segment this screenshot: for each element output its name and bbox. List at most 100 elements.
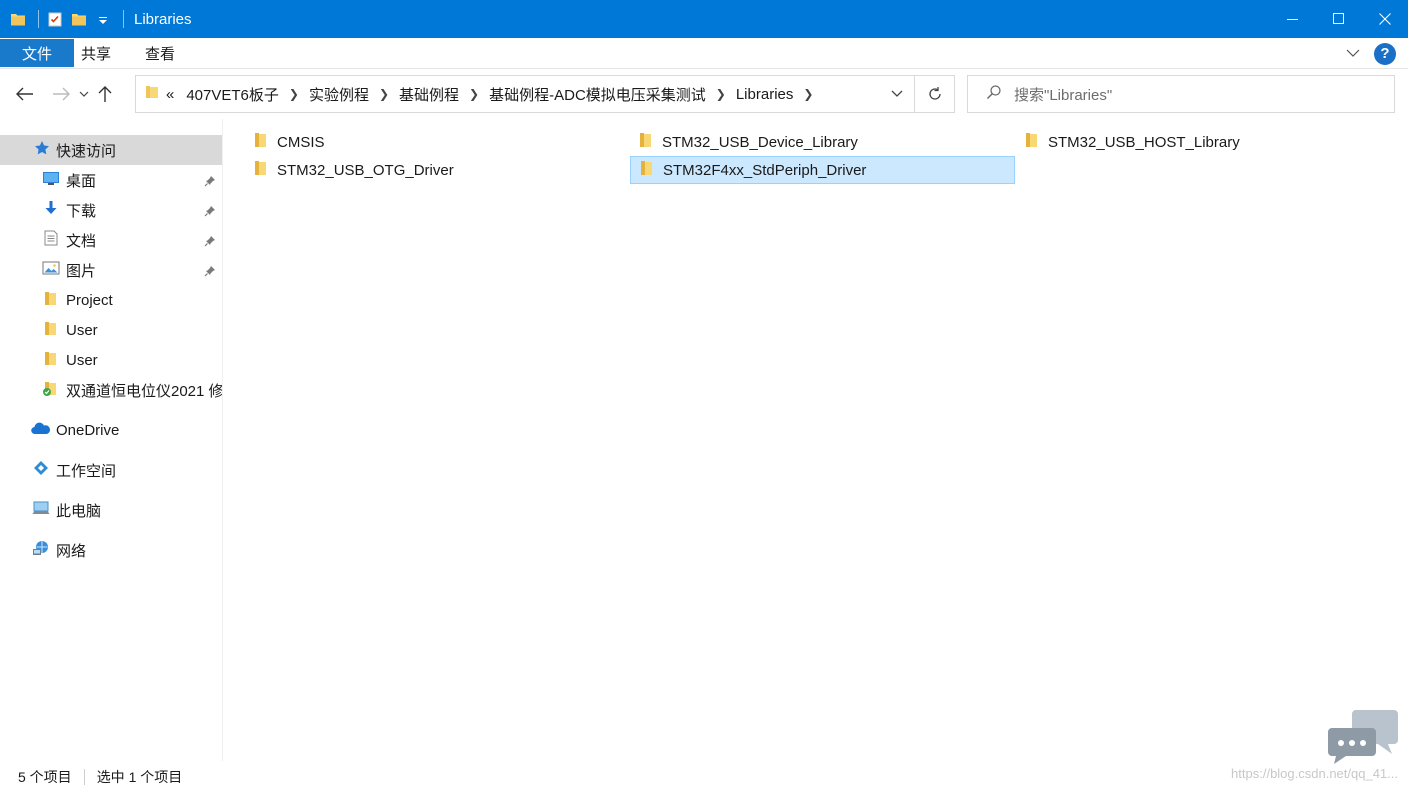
nav-label: 双通道恒电位仪2021 修 [66,382,222,400]
properties-icon[interactable] [47,11,63,27]
breadcrumb-item[interactable]: 基础例程 [393,84,465,105]
folder-icon [144,84,160,104]
nav-item-pictures[interactable]: 图片 [0,255,222,285]
expand-ribbon-chevron-icon[interactable] [1346,45,1360,62]
recent-locations-chevron-icon[interactable] [75,80,93,108]
toolbar-separator [123,10,124,28]
breadcrumb-item[interactable]: 407VET6板子 [180,84,285,105]
nav-workspace[interactable]: 工作空间 [0,455,222,485]
folder-item[interactable]: CMSIS [245,128,630,156]
up-button[interactable] [93,80,117,108]
nav-label: OneDrive [56,421,120,439]
nav-label: 此电脑 [56,502,102,520]
quick-access-toolbar: Libraries [0,0,192,38]
breadcrumb: « 407VET6板子 ❯ 实验例程 ❯ 基础例程 ❯ 基础例程-ADC模拟电压… [136,84,880,105]
nav-item-recent[interactable]: Project [0,285,222,315]
nav-quick-access[interactable]: 快速访问 [0,135,222,165]
breadcrumb-overflow[interactable]: « [160,86,180,103]
folder-name: CMSIS [277,133,325,151]
chevron-right-icon[interactable]: ❯ [285,87,303,101]
star-icon [34,140,50,160]
nav-label: 下载 [66,202,97,220]
selected-count: 选中 1 个项目 [96,769,183,785]
document-icon [42,230,60,250]
folder-name: STM32_USB_Device_Library [662,133,858,151]
nav-label: User [66,351,98,369]
pictures-icon [42,260,60,280]
item-count: 5 个项目 [18,769,72,785]
network-icon [32,540,50,560]
maximize-button[interactable] [1316,0,1362,38]
nav-label: Project [66,291,113,309]
navigation-pane: 快速访问 桌面 下载 文档 图片 Project User User 双通道恒电… [0,135,222,761]
chevron-right-icon[interactable]: ❯ [465,87,483,101]
search-input[interactable]: 搜索"Libraries" [967,75,1395,113]
pane-splitter[interactable] [222,119,223,761]
search-icon [986,84,1002,104]
chevron-right-icon[interactable]: ❯ [375,87,393,101]
computer-icon [32,500,50,520]
nav-network[interactable]: 网络 [0,535,222,565]
ribbon-right-controls: ? [1346,38,1396,69]
navigation-bar: « 407VET6板子 ❯ 实验例程 ❯ 基础例程 ❯ 基础例程-ADC模拟电压… [0,69,1408,119]
nav-item-desktop[interactable]: 桌面 [0,165,222,195]
file-list: CMSIS STM32_USB_Device_Library STM32_USB… [235,128,1395,728]
title-bar: Libraries [0,0,1408,38]
folder-icon [638,132,654,152]
tab-file[interactable]: 文件 [0,39,75,67]
back-button[interactable] [11,80,39,108]
refresh-button[interactable] [915,75,955,113]
nav-item-downloads[interactable]: 下载 [0,195,222,225]
pin-icon[interactable] [204,264,216,281]
nav-label: 快速访问 [56,142,117,160]
folder-item[interactable]: STM32_USB_Device_Library [630,128,1015,156]
folder-icon [42,320,60,340]
nav-label: 桌面 [66,172,97,190]
folder-name: STM32F4xx_StdPeriph_Driver [663,161,867,179]
chat-bubble-icon[interactable] [1326,706,1400,768]
tab-view[interactable]: 查看 [128,38,192,69]
help-button[interactable]: ? [1374,42,1396,65]
new-folder-icon[interactable] [71,11,87,27]
workspace-icon [32,460,50,480]
forward-button[interactable] [47,80,75,108]
folder-item-selected[interactable]: STM32F4xx_StdPeriph_Driver [630,156,1015,184]
close-button[interactable] [1362,0,1408,38]
toolbar-separator [38,10,39,28]
breadcrumb-item[interactable]: Libraries [730,86,800,103]
folder-item[interactable]: STM32_USB_HOST_Library [1016,128,1396,156]
nav-item-documents[interactable]: 文档 [0,225,222,255]
pin-icon[interactable] [204,234,216,251]
minimize-button[interactable] [1270,0,1316,38]
pin-icon[interactable] [204,174,216,191]
folder-icon [42,290,60,310]
address-history-dropdown-icon[interactable] [880,76,914,112]
address-bar[interactable]: « 407VET6板子 ❯ 实验例程 ❯ 基础例程 ❯ 基础例程-ADC模拟电压… [135,75,915,113]
window-title: Libraries [134,10,192,28]
nav-item-recent[interactable]: User [0,345,222,375]
chevron-right-icon[interactable]: ❯ [712,87,730,101]
nav-item-recent[interactable]: User [0,315,222,345]
watermark: https://blog.csdn.net/qq_41... [1231,766,1398,781]
breadcrumb-item[interactable]: 实验例程 [303,84,375,105]
nav-item-recent[interactable]: 双通道恒电位仪2021 修 [0,375,222,405]
folder-name: STM32_USB_OTG_Driver [277,161,454,179]
download-icon [42,200,60,220]
customize-toolbar-dropdown-icon[interactable] [95,11,111,27]
breadcrumb-item[interactable]: 基础例程-ADC模拟电压采集测试 [483,84,712,105]
folder-icon [253,160,269,180]
folder-item[interactable]: STM32_USB_OTG_Driver [245,156,630,184]
nav-label: 图片 [66,262,97,280]
folder-icon [253,132,269,152]
search-placeholder: 搜索"Libraries" [1014,86,1113,104]
synced-folder-icon [42,380,60,400]
chevron-right-icon[interactable]: ❯ [799,87,817,101]
pin-icon[interactable] [204,204,216,221]
nav-this-pc[interactable]: 此电脑 [0,495,222,525]
nav-onedrive[interactable]: OneDrive [0,415,222,445]
ribbon-tabs: 文件 主页 共享 查看 ? [0,38,1408,69]
folder-icon [1024,132,1040,152]
